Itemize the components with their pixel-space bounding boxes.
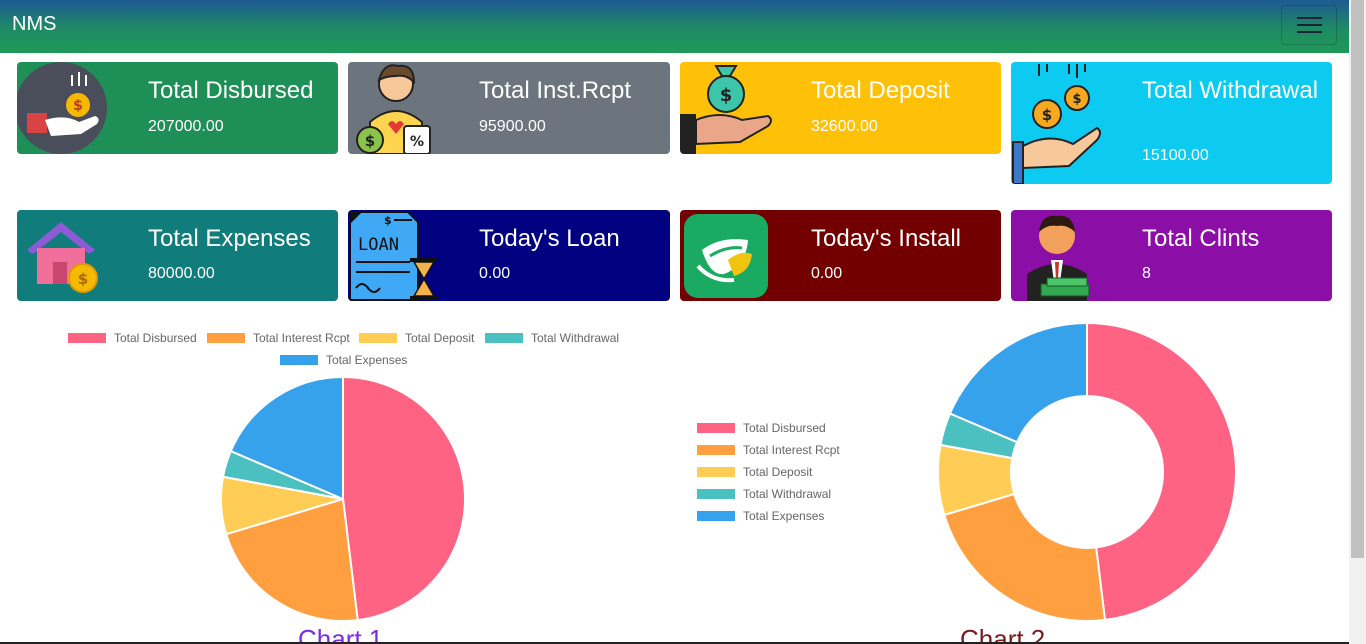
loan-document-icon: $ LOAN <box>348 210 444 301</box>
card-title: Total Clints <box>1142 225 1260 252</box>
green-app-icon <box>680 210 776 301</box>
card-title: Today's Loan <box>479 225 620 252</box>
slice-total-disbursed[interactable] <box>1086 321 1237 622</box>
card-value: 8 <box>1142 265 1151 282</box>
doughnut-chart-2[interactable] <box>930 318 1246 628</box>
legend-item[interactable]: Total Interest Rcpt <box>697 443 840 457</box>
svg-text:$: $ <box>365 132 375 150</box>
card-total-expenses[interactable]: $ Total Expenses 80000.00 <box>17 210 338 301</box>
house-coin-icon: $ <box>17 210 113 301</box>
chart-2-title: Chart 2 <box>960 624 1046 644</box>
hand-falling-coins-icon: $ $ <box>1011 62 1107 184</box>
svg-text:$: $ <box>78 270 88 288</box>
card-value: 0.00 <box>479 265 511 282</box>
legend-swatch <box>485 333 523 343</box>
slice-total-disbursed[interactable] <box>342 375 466 622</box>
card-total-withdrawal[interactable]: $ $ Total Withdrawal 15100.00 <box>1011 62 1332 184</box>
card-todays-install[interactable]: Today's Install 0.00 <box>680 210 1001 301</box>
legend-swatch <box>697 423 735 433</box>
card-value: 15100.00 <box>1142 147 1209 164</box>
card-value: 80000.00 <box>148 265 215 282</box>
svg-text:%: % <box>410 134 424 150</box>
svg-text:LOAN: LOAN <box>358 235 399 255</box>
man-money-bags-icon: $ % <box>348 62 444 154</box>
legend-swatch <box>697 511 735 521</box>
legend-item[interactable]: Total Withdrawal <box>485 331 619 345</box>
card-value: 95900.00 <box>479 118 546 135</box>
card-title: Total Withdrawal <box>1142 77 1319 104</box>
card-total-deposit[interactable]: $ Total Deposit 32600.00 <box>680 62 1001 154</box>
card-title: Total Inst.Rcpt <box>479 77 632 104</box>
card-title: Total Deposit <box>811 77 950 104</box>
legend-swatch <box>359 333 397 343</box>
svg-text:$: $ <box>1042 106 1052 124</box>
brand-logo[interactable]: NMS <box>12 13 56 36</box>
pie-chart-1[interactable] <box>200 370 490 630</box>
card-value: 32600.00 <box>811 118 878 135</box>
card-value: 207000.00 <box>148 118 224 135</box>
slice-total-interest-rcpt[interactable] <box>943 492 1107 622</box>
legend-item[interactable]: Total Expenses <box>280 353 407 367</box>
card-value: 0.00 <box>811 265 843 282</box>
dashboard-page: NMS $ Total Disbursed 207000.00 $ % Tota… <box>0 0 1366 644</box>
legend-item[interactable]: Total Deposit <box>359 331 474 345</box>
card-total-clints[interactable]: Total Clints 8 <box>1011 210 1332 301</box>
legend-swatch <box>280 355 318 365</box>
legend-swatch <box>207 333 245 343</box>
legend-item[interactable]: Total Expenses <box>697 509 824 523</box>
card-todays-loan[interactable]: $ LOAN Today's Loan 0.00 <box>348 210 670 301</box>
legend-swatch <box>697 489 735 499</box>
svg-text:$: $ <box>384 214 392 227</box>
legend-item[interactable]: Total Interest Rcpt <box>207 331 350 345</box>
menu-toggle-button[interactable] <box>1281 5 1337 45</box>
legend-item[interactable]: Total Deposit <box>697 465 812 479</box>
svg-text:$: $ <box>720 85 733 106</box>
chart-1-title: Chart 1 <box>298 624 384 644</box>
scrollbar-thumb[interactable] <box>1351 0 1364 558</box>
card-total-disbursed[interactable]: $ Total Disbursed 207000.00 <box>17 62 338 154</box>
svg-text:$: $ <box>1072 92 1081 107</box>
card-title: Total Disbursed <box>148 77 314 104</box>
card-title: Total Expenses <box>148 225 311 252</box>
businessman-money-icon <box>1011 210 1107 301</box>
card-title: Today's Install <box>811 225 961 252</box>
legend-item[interactable]: Total Disbursed <box>697 421 826 435</box>
legend-swatch <box>68 333 106 343</box>
top-navbar: NMS <box>0 0 1349 53</box>
legend-swatch <box>697 445 735 455</box>
svg-text:$: $ <box>73 98 83 114</box>
legend-item[interactable]: Total Withdrawal <box>697 487 831 501</box>
card-total-inst-rcpt[interactable]: $ % Total Inst.Rcpt 95900.00 <box>348 62 670 154</box>
legend-swatch <box>697 467 735 477</box>
money-hand-icon: $ <box>17 62 113 154</box>
legend-item[interactable]: Total Disbursed <box>68 331 197 345</box>
hand-money-bag-icon: $ <box>680 62 776 154</box>
